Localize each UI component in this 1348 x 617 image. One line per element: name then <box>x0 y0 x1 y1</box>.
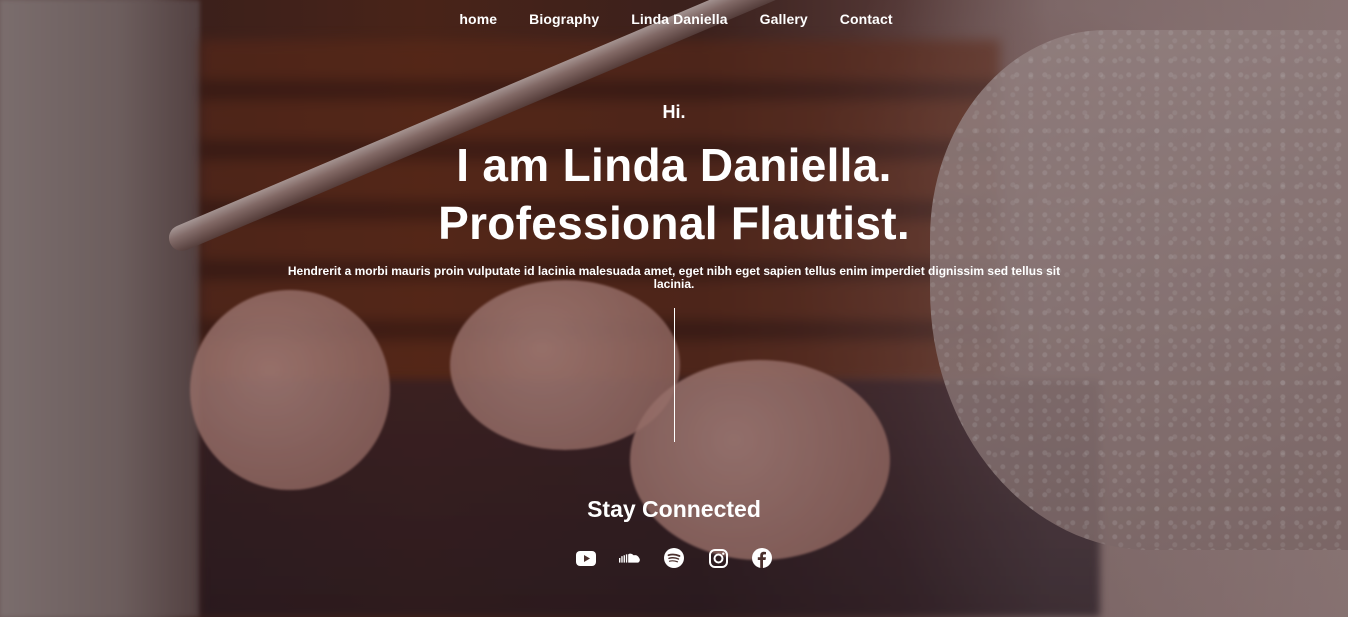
facebook-icon[interactable] <box>751 547 773 569</box>
vertical-divider <box>674 308 675 442</box>
social-heading: Stay Connected <box>587 496 761 522</box>
hero-content: Hi. I am Linda Daniella. Professional Fl… <box>0 0 1348 617</box>
headline-line-2: Professional Flautist. <box>438 197 910 249</box>
hero-description: Hendrerit a morbi mauris proin vulputate… <box>287 264 1061 291</box>
social-links <box>0 547 1348 569</box>
page-title: I am Linda Daniella. Professional Flauti… <box>0 136 1348 252</box>
hero-section: home Biography Linda Daniella Gallery Co… <box>0 0 1348 617</box>
headline-line-1: I am Linda Daniella. <box>456 139 892 191</box>
youtube-icon[interactable] <box>575 547 597 569</box>
soundcloud-icon[interactable] <box>619 547 641 569</box>
spotify-icon[interactable] <box>663 547 685 569</box>
instagram-icon[interactable] <box>707 547 729 569</box>
greeting-text: Hi. <box>662 102 686 122</box>
